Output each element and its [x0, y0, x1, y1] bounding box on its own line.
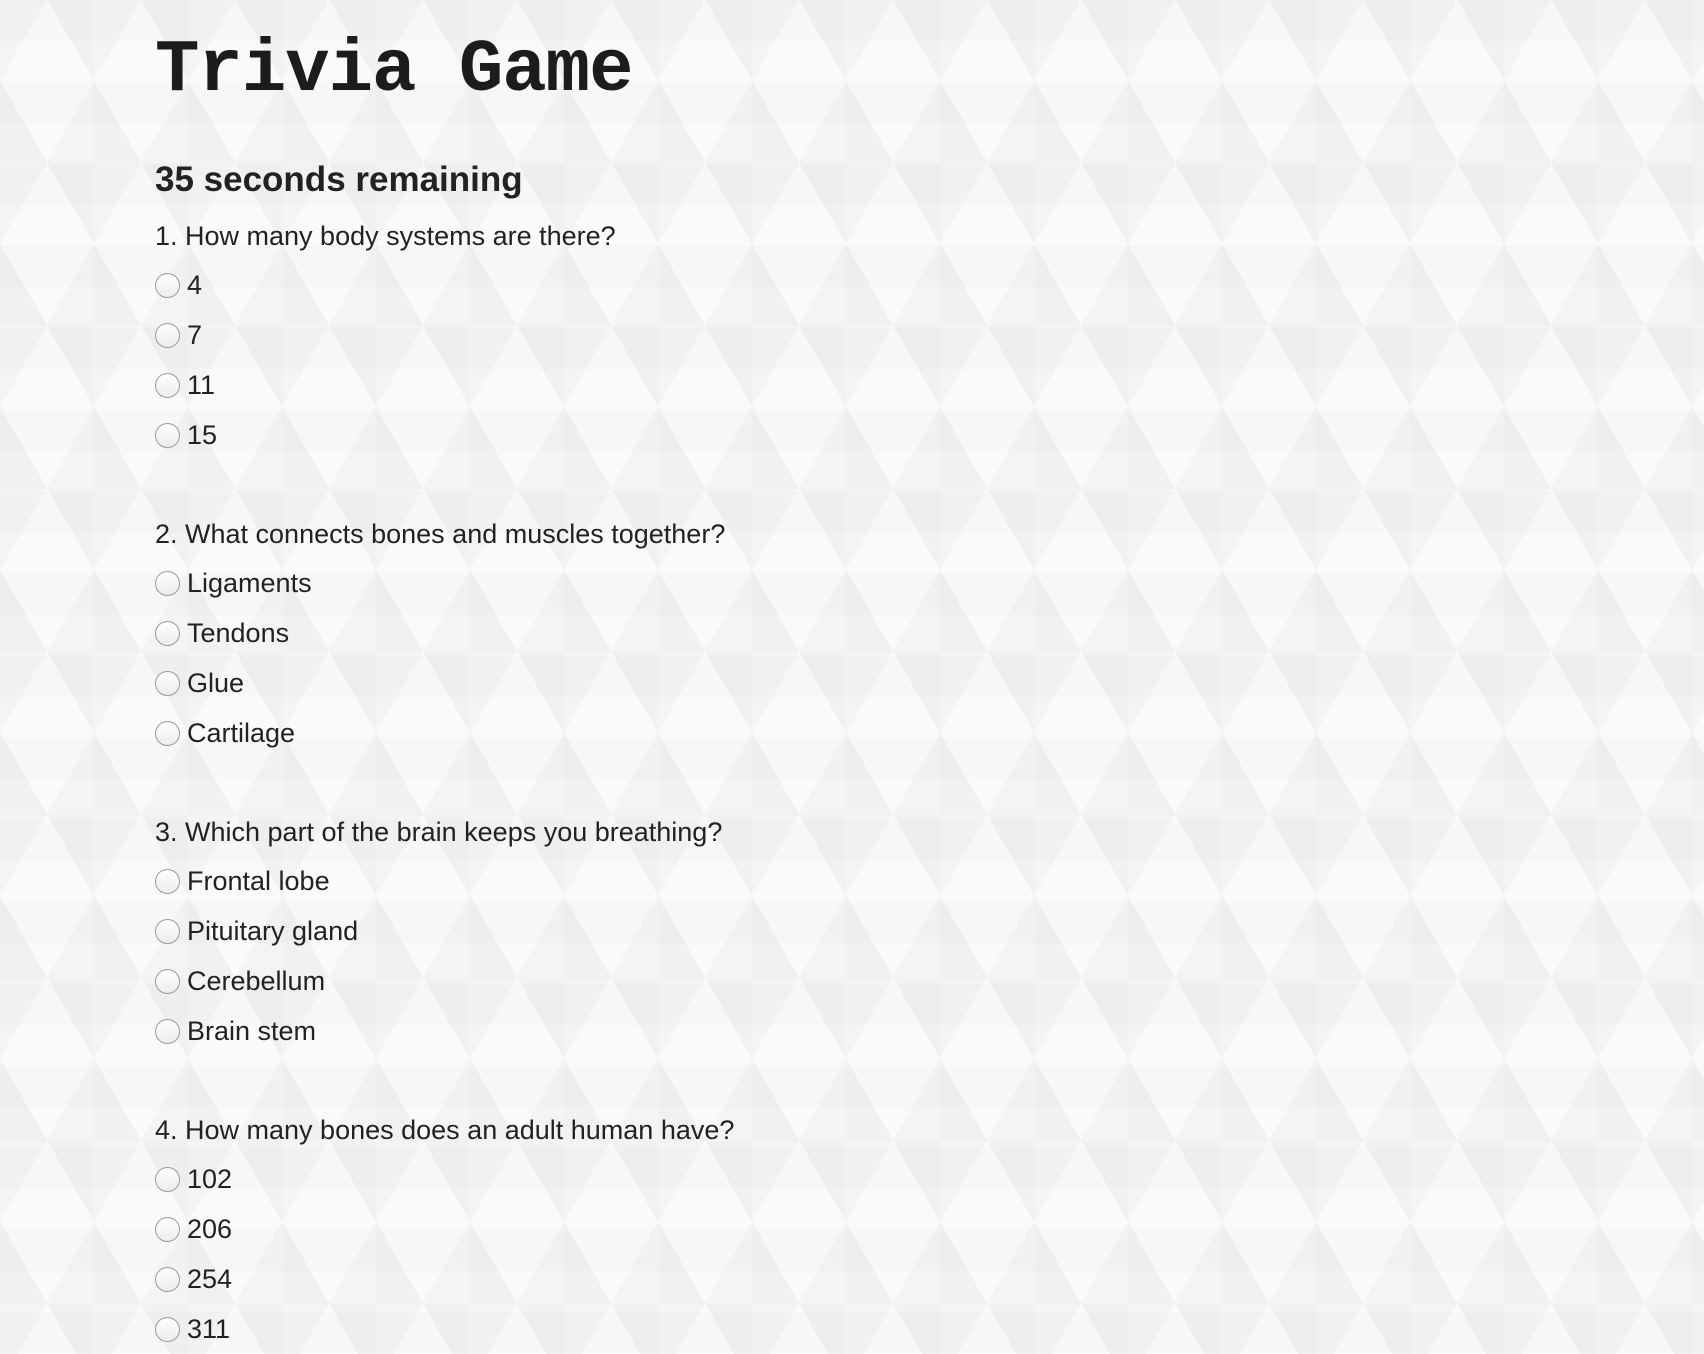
- radio-button[interactable]: [155, 1316, 180, 1342]
- radio-button[interactable]: [155, 372, 180, 398]
- answer-option[interactable]: Cartilage: [155, 708, 1055, 758]
- answer-option[interactable]: 206: [155, 1204, 1055, 1254]
- answer-label: Pituitary gland: [187, 916, 359, 946]
- radio-button[interactable]: [155, 868, 180, 894]
- answer-label: Cerebellum: [187, 966, 326, 996]
- answer-option[interactable]: 15: [155, 410, 1055, 460]
- countdown-timer: 35 seconds remaining: [155, 160, 523, 199]
- answer-label: 15: [187, 420, 218, 450]
- radio-button[interactable]: [155, 918, 180, 944]
- answer-option[interactable]: 102: [155, 1154, 1055, 1204]
- answer-label: Frontal lobe: [187, 866, 330, 896]
- question-text: 2. What connects bones and muscles toget…: [155, 519, 726, 549]
- radio-button[interactable]: [155, 620, 180, 646]
- question-4: 4. How many bones does an adult human ha…: [155, 1114, 1055, 1354]
- answer-label: 102: [187, 1164, 233, 1194]
- answer-label: Tendons: [187, 618, 290, 648]
- radio-button[interactable]: [155, 422, 180, 448]
- question-text: 1. How many body systems are there?: [155, 221, 616, 251]
- radio-button[interactable]: [155, 670, 180, 696]
- question-3: 3. Which part of the brain keeps you bre…: [155, 816, 1055, 1056]
- answer-option[interactable]: Frontal lobe: [155, 856, 1055, 906]
- answer-option[interactable]: Brain stem: [155, 1006, 1055, 1056]
- radio-button[interactable]: [155, 720, 180, 746]
- answer-option[interactable]: Tendons: [155, 608, 1055, 658]
- radio-button[interactable]: [155, 968, 180, 994]
- answer-option[interactable]: Cerebellum: [155, 956, 1055, 1006]
- answer-option[interactable]: 254: [155, 1254, 1055, 1304]
- radio-button[interactable]: [155, 272, 180, 298]
- answer-label: Cartilage: [187, 718, 296, 748]
- answer-option[interactable]: 4: [155, 260, 1055, 310]
- answer-label: 254: [187, 1264, 233, 1294]
- question-text: 4. How many bones does an adult human ha…: [155, 1115, 735, 1145]
- answer-label: Ligaments: [187, 568, 312, 598]
- radio-button[interactable]: [155, 322, 180, 348]
- question-2: 2. What connects bones and muscles toget…: [155, 518, 1055, 758]
- answer-label: 206: [187, 1214, 233, 1244]
- answer-label: 11: [187, 370, 216, 400]
- question-1: 1. How many body systems are there? 4 7 …: [155, 220, 1055, 460]
- radio-button[interactable]: [155, 1216, 180, 1242]
- answer-label: Brain stem: [187, 1016, 317, 1046]
- answer-option[interactable]: 7: [155, 310, 1055, 360]
- answer-label: 4: [187, 270, 203, 300]
- answer-label: 7: [187, 320, 203, 350]
- radio-button[interactable]: [155, 1266, 180, 1292]
- answer-option[interactable]: Ligaments: [155, 558, 1055, 608]
- page-title: Trivia Game: [155, 29, 633, 113]
- answer-option[interactable]: 11: [155, 360, 1055, 410]
- answer-option[interactable]: Glue: [155, 658, 1055, 708]
- trivia-container: Trivia Game 35 seconds remaining 1. How …: [155, 28, 1055, 1354]
- answer-label: Glue: [187, 668, 245, 698]
- radio-button[interactable]: [155, 570, 180, 596]
- answer-label: 311: [187, 1314, 231, 1344]
- radio-button[interactable]: [155, 1018, 180, 1044]
- answer-option[interactable]: 311: [155, 1304, 1055, 1354]
- question-text: 3. Which part of the brain keeps you bre…: [155, 817, 723, 847]
- radio-button[interactable]: [155, 1166, 180, 1192]
- answer-option[interactable]: Pituitary gland: [155, 906, 1055, 956]
